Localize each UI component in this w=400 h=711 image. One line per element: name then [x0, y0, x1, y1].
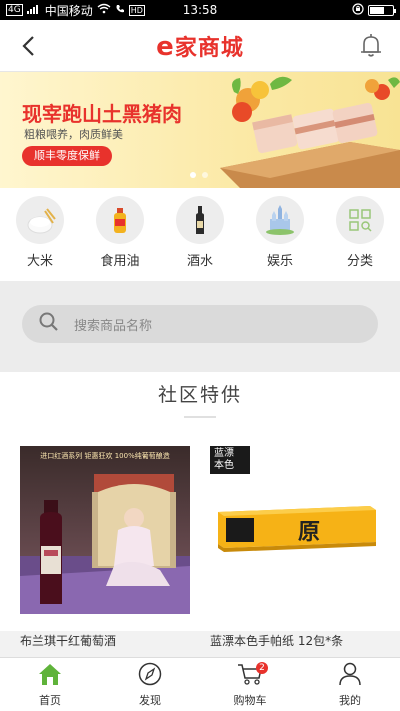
- tab-profile[interactable]: 我的: [300, 658, 400, 711]
- carrier-name: 中国移动: [44, 3, 93, 18]
- product-name: 布兰琪干红葡萄酒: [20, 634, 117, 648]
- category-row: 大米 食用油 酒水 娱乐 分类: [0, 188, 400, 281]
- castle-icon: [256, 196, 304, 244]
- product-image-tissue: 蓝漂 本色 原: [210, 446, 380, 614]
- brand-logo-e: e: [156, 31, 175, 62]
- search-placeholder: 搜索商品名称: [74, 318, 153, 334]
- cart-badge: 2: [256, 662, 268, 674]
- category-label: 酒水: [186, 254, 213, 269]
- wifi-icon: [97, 3, 111, 17]
- category-label: 娱乐: [266, 254, 293, 269]
- tab-label: 发现: [139, 694, 161, 707]
- category-entertainment[interactable]: 娱乐: [245, 196, 315, 281]
- category-label: 食用油: [100, 254, 140, 269]
- section-header: 社区特供: [0, 372, 400, 418]
- category-oil[interactable]: 食用油: [85, 196, 155, 281]
- search-input[interactable]: 搜索商品名称: [22, 305, 378, 343]
- category-rice[interactable]: 大米: [5, 196, 75, 281]
- brand-logo-text: 家商城: [174, 35, 244, 61]
- promo-banner[interactable]: 现宰跑山土黑猪肉 粗粮喂养，肉质鲜美 顺丰零度保鲜: [0, 72, 400, 188]
- wine-bottle-icon: [176, 196, 224, 244]
- tissue-box-mark: 原: [298, 519, 321, 545]
- tab-cart[interactable]: 2 购物车: [200, 658, 300, 711]
- phone-icon: [115, 3, 125, 17]
- compass-icon: [137, 662, 163, 690]
- user-icon: [337, 662, 363, 690]
- clock: 13:58: [182, 3, 218, 17]
- network-type-badge: 4G: [6, 4, 23, 16]
- tab-label: 购物车: [233, 694, 267, 707]
- brand-logo: e家商城: [156, 30, 244, 62]
- product-name: 蓝漂本色手帕纸 12包*条: [210, 634, 344, 648]
- grid-category-icon: [336, 196, 384, 244]
- home-icon: [36, 662, 64, 690]
- banner-badge: 顺丰零度保鲜: [22, 146, 112, 166]
- tab-label: 我的: [339, 694, 361, 707]
- search-section: 搜索商品名称: [0, 281, 400, 372]
- section-title: 社区特供: [157, 384, 242, 406]
- bell-icon[interactable]: [356, 31, 386, 61]
- back-arrow-icon[interactable]: [16, 32, 44, 60]
- top-nav-bar: e家商城: [0, 20, 400, 72]
- signal-bars-icon: [26, 3, 41, 17]
- category-all[interactable]: 分类: [325, 196, 395, 281]
- bottom-tab-bar: 首页 发现 2 购物车 我的: [0, 657, 400, 711]
- oil-bottle-icon: [96, 196, 144, 244]
- banner-title: 现宰跑山土黑猪肉: [22, 102, 182, 126]
- carousel-dot[interactable]: [202, 172, 208, 178]
- pork-food-illustration: [220, 76, 400, 188]
- banner-subtitle: 粗粮喂养，肉质鲜美: [24, 128, 123, 141]
- app-screen: 4G 中国移动 HD 13:58 e家商城 现宰跑山土黑猪肉 粗粮喂养，肉质鲜美…: [0, 0, 400, 711]
- category-label: 大米: [26, 254, 53, 269]
- product-grid: 进口红酒系列 钜惠狂欢 100%纯葡萄酿造 布兰琪干红葡萄酒 蓝漂 本色 原 蓝…: [0, 418, 400, 648]
- status-right: [352, 2, 396, 18]
- tissue-box-illustration: [218, 506, 376, 552]
- rice-icon: [16, 196, 64, 244]
- status-left: 4G 中国移动 HD: [6, 2, 145, 19]
- battery-fill: [370, 6, 384, 14]
- product-image-wine: 进口红酒系列 钜惠狂欢 100%纯葡萄酿造: [20, 446, 190, 614]
- hd-badge: HD: [128, 4, 145, 16]
- tab-label: 首页: [39, 694, 61, 707]
- carousel-dot[interactable]: [190, 172, 196, 178]
- lock-rotation-icon: [352, 2, 364, 18]
- section-divider: [184, 416, 216, 418]
- product-card[interactable]: 进口红酒系列 钜惠狂欢 100%纯葡萄酿造 布兰琪干红葡萄酒: [20, 446, 190, 648]
- category-label: 分类: [346, 254, 373, 269]
- category-drinks[interactable]: 酒水: [165, 196, 235, 281]
- tab-home[interactable]: 首页: [0, 658, 100, 711]
- product-card[interactable]: 蓝漂 本色 原 蓝漂本色手帕纸 12包*条: [210, 446, 380, 648]
- battery-icon: [368, 4, 396, 16]
- wine-image-caption: 进口红酒系列 钜惠狂欢 100%纯葡萄酿造: [40, 452, 170, 460]
- carousel-dots: [190, 172, 208, 178]
- tab-discover[interactable]: 发现: [100, 658, 200, 711]
- search-icon: [38, 311, 60, 337]
- status-bar: 4G 中国移动 HD 13:58: [0, 0, 400, 20]
